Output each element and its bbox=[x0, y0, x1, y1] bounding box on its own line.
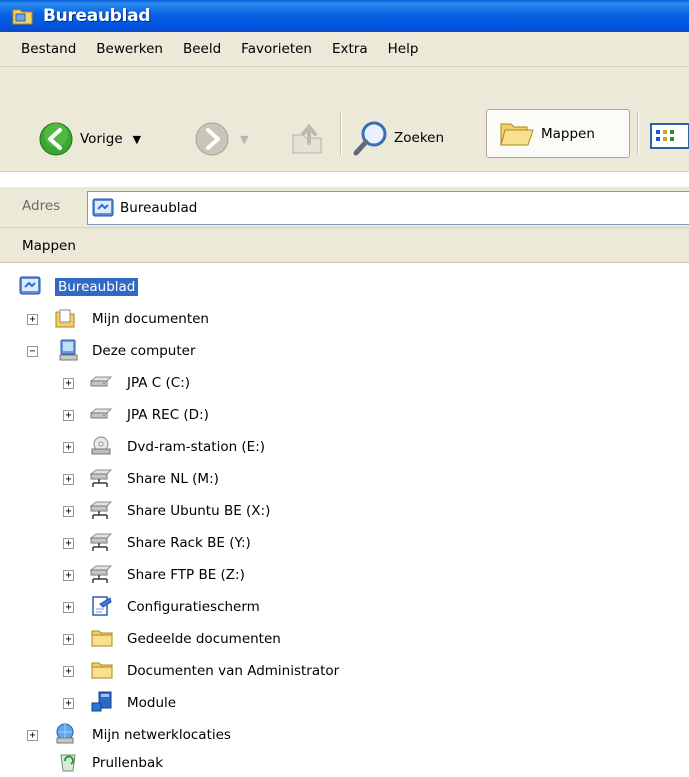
network-drive-icon bbox=[90, 469, 112, 487]
tree-label: Share Rack BE (Y:) bbox=[127, 535, 251, 551]
views-icon bbox=[650, 123, 689, 149]
menu-bewerken[interactable]: Bewerken bbox=[86, 41, 173, 57]
search-icon bbox=[353, 121, 387, 156]
tree-label: Mijn documenten bbox=[92, 311, 209, 327]
expand-icon[interactable]: + bbox=[27, 730, 38, 741]
address-bar: Adres Bureaublad bbox=[0, 187, 689, 228]
address-value: Bureaublad bbox=[120, 200, 198, 216]
control-panel-icon bbox=[92, 596, 112, 616]
forward-dropdown-icon[interactable]: ▼ bbox=[240, 133, 248, 146]
my-documents-icon bbox=[55, 309, 75, 328]
network-drive-icon bbox=[90, 501, 112, 519]
title-bar[interactable]: Bureaublad bbox=[0, 0, 689, 32]
window-title: Bureaublad bbox=[43, 6, 151, 26]
expand-icon[interactable]: + bbox=[63, 410, 74, 421]
toolbar: Vorige ▼ ▼ Zoeken Mappen bbox=[0, 67, 689, 172]
tree-label: Share FTP BE (Z:) bbox=[127, 567, 245, 583]
expand-icon[interactable]: + bbox=[63, 666, 74, 677]
expand-icon[interactable]: + bbox=[63, 698, 74, 709]
up-button[interactable] bbox=[289, 121, 325, 157]
up-folder-icon bbox=[292, 123, 322, 154]
expand-icon[interactable]: + bbox=[63, 634, 74, 645]
expand-icon[interactable]: + bbox=[63, 474, 74, 485]
address-input[interactable]: Bureaublad bbox=[87, 191, 689, 225]
desktop-icon bbox=[19, 276, 41, 295]
hard-drive-icon bbox=[90, 408, 112, 419]
search-label: Zoeken bbox=[394, 130, 445, 146]
toolbar-separator bbox=[637, 111, 639, 155]
back-dropdown-icon[interactable]: ▼ bbox=[133, 133, 141, 146]
search-button[interactable]: Zoeken bbox=[352, 119, 444, 157]
folders-icon bbox=[500, 123, 534, 146]
collapse-icon[interactable]: − bbox=[27, 346, 38, 357]
expand-icon[interactable]: + bbox=[63, 538, 74, 549]
tree-label: Prullenbak bbox=[92, 755, 164, 771]
menu-extra[interactable]: Extra bbox=[322, 41, 378, 57]
tree-label: Share NL (M:) bbox=[127, 471, 219, 487]
expand-icon[interactable]: + bbox=[63, 602, 74, 613]
back-arrow-icon bbox=[39, 122, 73, 156]
folders-button[interactable]: Mappen bbox=[486, 109, 630, 158]
tree-label: Gedeelde documenten bbox=[127, 631, 281, 647]
tree-label: Module bbox=[127, 695, 177, 711]
folder-icon bbox=[91, 662, 113, 679]
network-drive-icon bbox=[90, 565, 112, 583]
expand-icon[interactable]: + bbox=[27, 314, 38, 325]
tree-label: Share Ubuntu BE (X:) bbox=[127, 503, 271, 519]
dvd-drive-icon bbox=[91, 436, 111, 455]
menu-help[interactable]: Help bbox=[378, 41, 429, 57]
menu-bestand[interactable]: Bestand bbox=[0, 41, 86, 57]
desktop-icon bbox=[92, 198, 114, 217]
hard-drive-icon bbox=[90, 376, 112, 387]
folders-label: Mappen bbox=[541, 126, 595, 142]
tree-label: Bureaublad bbox=[55, 278, 139, 296]
menu-beeld[interactable]: Beeld bbox=[173, 41, 231, 57]
expand-icon[interactable]: + bbox=[63, 570, 74, 581]
network-places-icon bbox=[56, 723, 74, 744]
menu-favorieten[interactable]: Favorieten bbox=[231, 41, 322, 57]
network-drive-icon bbox=[90, 533, 112, 551]
expand-icon[interactable]: + bbox=[63, 378, 74, 389]
my-computer-icon bbox=[59, 339, 78, 361]
tree-label: JPA C (C:) bbox=[127, 375, 191, 391]
module-icon bbox=[91, 691, 112, 712]
forward-button[interactable]: ▼ bbox=[194, 121, 248, 157]
expand-icon[interactable]: + bbox=[63, 442, 74, 453]
address-label: Adres bbox=[22, 198, 61, 214]
back-button[interactable]: Vorige ▼ bbox=[38, 121, 141, 157]
tree-label: Mijn netwerklocaties bbox=[92, 727, 231, 743]
tree-label: Configuratiescherm bbox=[127, 599, 260, 615]
expand-icon[interactable]: + bbox=[63, 506, 74, 517]
tree-label: JPA REC (D:) bbox=[127, 407, 209, 423]
forward-arrow-icon bbox=[195, 122, 229, 156]
folder-icon bbox=[12, 9, 33, 25]
tree-label: Deze computer bbox=[92, 343, 196, 359]
views-button[interactable] bbox=[650, 121, 689, 151]
menu-bar: Bestand Bewerken Beeld Favorieten Extra … bbox=[0, 32, 689, 67]
folder-tree[interactable]: Bureaublad + Mijn documenten − Deze comp… bbox=[0, 262, 689, 775]
folder-icon bbox=[91, 630, 113, 647]
toolbar-separator bbox=[340, 111, 342, 155]
folders-pane-header: Mappen bbox=[0, 228, 689, 263]
folders-pane-title: Mappen bbox=[22, 238, 76, 254]
tree-label: Dvd-ram-station (E:) bbox=[127, 439, 266, 455]
tree-label: Documenten van Administrator bbox=[127, 663, 340, 679]
back-label: Vorige bbox=[80, 131, 123, 147]
recycle-bin-icon bbox=[60, 754, 76, 772]
